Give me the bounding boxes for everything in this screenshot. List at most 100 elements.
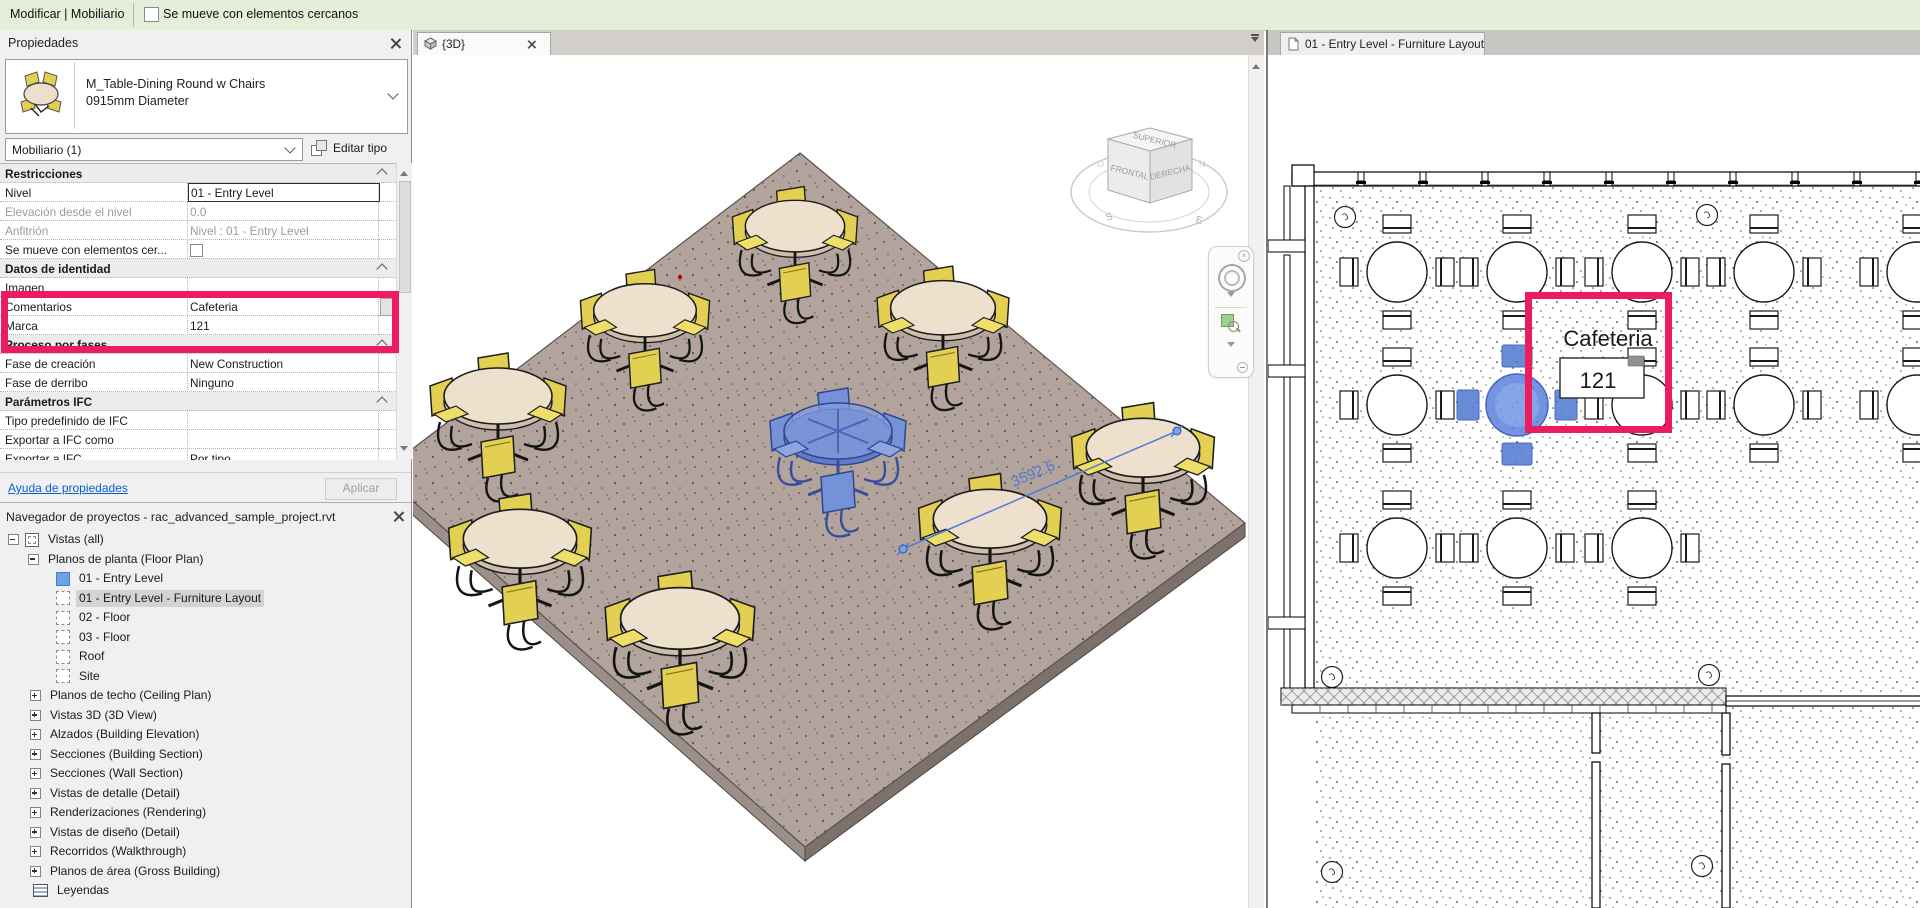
expand-icon[interactable] xyxy=(30,865,41,877)
tree-item-floor-plans[interactable]: Planos de planta (Floor Plan) xyxy=(0,550,411,570)
prop-label: Fase de creación xyxy=(5,357,96,371)
tab-3d-view[interactable]: {3D} xyxy=(417,32,551,55)
edit-type-label: Editar tipo xyxy=(333,141,388,155)
collapse-icon[interactable] xyxy=(376,396,388,408)
tree-item-walkthroughs[interactable]: Recorridos (Walkthrough) xyxy=(0,842,411,862)
type-selector[interactable]: M_Table-Dining Round w Chairs 0915mm Dia… xyxy=(5,59,408,134)
prop-value-level[interactable]: 01 - Entry Level xyxy=(188,183,380,202)
prop-row: Anfitrión Nivel : 01 - Entry Level xyxy=(0,221,396,240)
view-3d-canvas[interactable]: 3592.5 S E N O SUPERIOR FRONTAL DERECHA xyxy=(413,55,1264,908)
close-tab-icon[interactable] xyxy=(527,40,536,49)
move-with-nearby-checkbox[interactable] xyxy=(144,7,159,22)
expand-icon[interactable] xyxy=(30,768,41,780)
close-icon[interactable] xyxy=(390,38,401,49)
prop-label: Nivel xyxy=(5,186,32,200)
plan-canvas[interactable]: Cafeteria 121 xyxy=(1268,55,1920,908)
left-panel: Propiedades M_Table-Dining Round w Chair… xyxy=(0,30,412,908)
expand-icon[interactable] xyxy=(30,807,41,819)
expand-icon[interactable] xyxy=(30,729,41,741)
collapse-icon[interactable] xyxy=(376,168,388,180)
chevron-down-icon[interactable] xyxy=(1227,292,1235,301)
tree-label: Vistas de diseño (Detail) xyxy=(50,824,180,839)
zoom-tool-icon[interactable] xyxy=(1221,314,1241,334)
plan-drawing: Cafeteria 121 xyxy=(1268,164,1920,908)
minimize-navbar-icon[interactable] xyxy=(1237,362,1248,373)
view-3d-scrollbar[interactable] xyxy=(1248,55,1264,908)
prop-value[interactable]: Ninguno xyxy=(190,376,376,390)
tree-item-detail-views[interactable]: Vistas de detalle (Detail) xyxy=(0,784,411,804)
collapse-expander-icon[interactable] xyxy=(28,553,39,565)
tree-item-design-views[interactable]: Vistas de diseño (Detail) xyxy=(0,823,411,843)
tree-item-legends[interactable]: Leyendas xyxy=(0,881,411,901)
move-with-nearby-label: Se mueve con elementos cercanos xyxy=(163,7,359,21)
scrollbar-thumb[interactable] xyxy=(399,181,411,293)
tree-label: Site xyxy=(79,668,100,683)
chevron-down-icon[interactable] xyxy=(387,88,399,100)
chevron-down-icon[interactable] xyxy=(1227,342,1235,351)
prop-label: Fase de derribo xyxy=(5,376,88,390)
category-filter-combo[interactable]: Mobiliario (1) xyxy=(5,138,303,161)
collapse-expander-icon[interactable] xyxy=(8,534,19,546)
expand-icon[interactable] xyxy=(30,748,41,760)
expand-icon[interactable] xyxy=(30,690,41,702)
properties-help-link[interactable]: Ayuda de propiedades xyxy=(8,481,128,495)
wall-left[interactable] xyxy=(1268,185,1315,689)
tree-item-furniture-layout[interactable]: 01 - Entry Level - Furniture Layout xyxy=(0,589,411,609)
expand-icon[interactable] xyxy=(30,826,41,838)
prop-group-row[interactable]: Restricciones xyxy=(0,164,396,183)
tree-item-building-sections[interactable]: Secciones (Building Section) xyxy=(0,745,411,765)
steering-wheel-icon[interactable] xyxy=(1218,264,1246,292)
floor-plan-icon xyxy=(56,571,70,586)
tree-label: Planos de planta (Floor Plan) xyxy=(48,551,204,566)
tree-label: 03 - Floor xyxy=(79,629,131,644)
tree-label: Vistas de detalle (Detail) xyxy=(50,785,180,800)
compass-south[interactable]: S xyxy=(1105,211,1115,224)
scroll-down-icon[interactable] xyxy=(400,446,408,455)
prop-value[interactable]: Por tipo xyxy=(190,452,376,460)
tab-menu-icon[interactable] xyxy=(1251,34,1259,46)
views-icon xyxy=(25,532,39,547)
tree-item-roof[interactable]: Roof xyxy=(0,647,411,667)
scroll-up-icon[interactable] xyxy=(400,167,408,176)
prop-value: 0.0 xyxy=(190,205,207,219)
apply-button[interactable]: Aplicar xyxy=(325,478,397,500)
tree-item-wall-sections[interactable]: Secciones (Wall Section) xyxy=(0,764,411,784)
tree-item-elevations[interactable]: Alzados (Building Elevation) xyxy=(0,725,411,745)
prop-group-row[interactable]: Datos de identidad xyxy=(0,259,396,278)
family-thumbnail xyxy=(8,62,75,129)
edit-type-button[interactable]: Editar tipo xyxy=(307,136,407,160)
tree-item-entry-level[interactable]: 01 - Entry Level xyxy=(0,569,411,589)
close-navbar-icon[interactable]: × xyxy=(1238,250,1250,262)
tree-item-02-floor[interactable]: 02 - Floor xyxy=(0,608,411,628)
project-browser: Navegador de proyectos - rac_advanced_sa… xyxy=(0,502,411,908)
tree-item-views-root[interactable]: Vistas (all) xyxy=(0,530,411,550)
project-browser-title: Navegador de proyectos - rac_advanced_sa… xyxy=(6,510,336,524)
tree-item-renderings[interactable]: Renderizaciones (Rendering) xyxy=(0,803,411,823)
collapse-icon[interactable] xyxy=(376,263,388,275)
viewcube[interactable]: S E N O SUPERIOR FRONTAL DERECHA xyxy=(1070,127,1228,233)
prop-checkbox[interactable] xyxy=(190,244,203,258)
edit-type-icon xyxy=(311,140,327,156)
tree-item-03-floor[interactable]: 03 - Floor xyxy=(0,628,411,648)
compass-west[interactable]: O xyxy=(1097,159,1104,169)
tree-item-3d-views[interactable]: Vistas 3D (3D View) xyxy=(0,706,411,726)
tree-item-area-plans[interactable]: Planos de área (Gross Building) xyxy=(0,862,411,882)
tab-furniture-layout[interactable]: 01 - Entry Level - Furniture Layout xyxy=(1280,32,1485,55)
annotation-highlight-properties xyxy=(1,291,399,353)
tree-label: Recorridos (Walkthrough) xyxy=(50,844,187,859)
dimension-grip[interactable] xyxy=(1172,426,1182,436)
dimension-grip[interactable] xyxy=(898,544,908,554)
table-thumbnail-image xyxy=(20,71,62,117)
curtain-wall-top[interactable] xyxy=(1291,164,1920,187)
expand-icon[interactable] xyxy=(30,787,41,799)
scroll-up-icon[interactable] xyxy=(1252,60,1260,69)
tree-item-site[interactable]: Site xyxy=(0,667,411,687)
prop-value[interactable]: New Construction xyxy=(190,357,376,371)
expand-icon[interactable] xyxy=(30,846,41,858)
prop-label: Exportar a IFC xyxy=(5,452,82,460)
close-icon[interactable] xyxy=(393,511,404,522)
compass-north[interactable]: N xyxy=(1199,159,1206,169)
tree-item-ceiling-plans[interactable]: Planos de techo (Ceiling Plan) xyxy=(0,686,411,706)
expand-icon[interactable] xyxy=(30,709,41,721)
prop-group-row[interactable]: Parámetros IFC xyxy=(0,392,396,411)
